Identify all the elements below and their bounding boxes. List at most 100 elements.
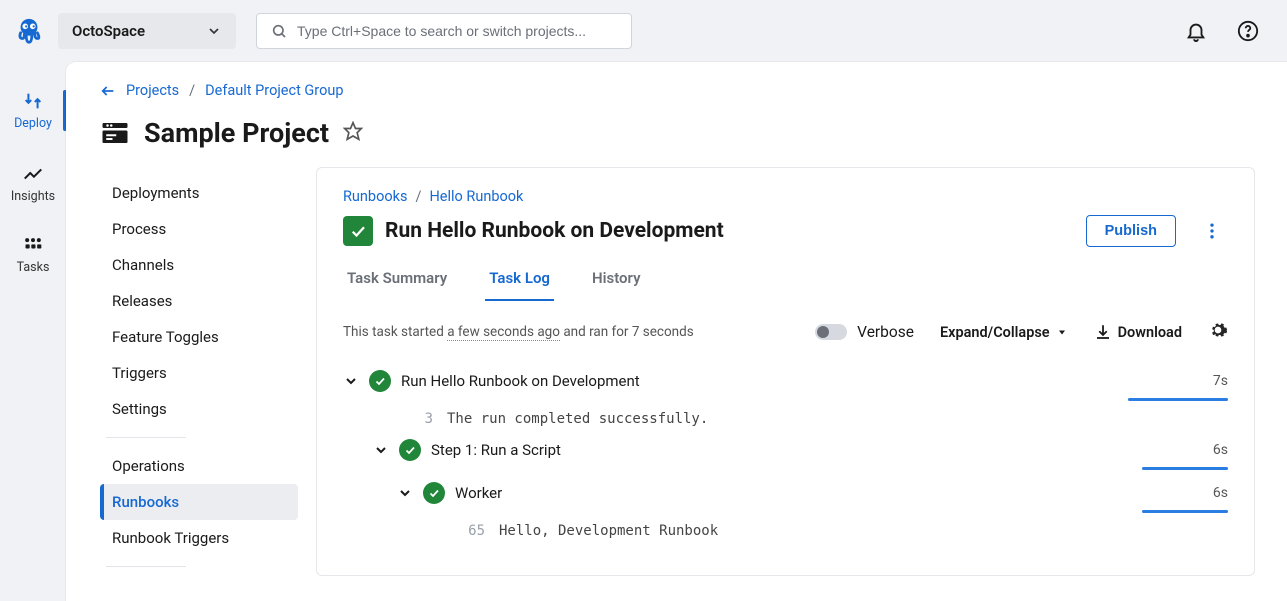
project-sidebar: Deployments Process Channels Releases Fe… bbox=[100, 167, 298, 576]
log-node-time: 6s bbox=[1148, 485, 1228, 501]
topbar: OctoSpace bbox=[0, 0, 1287, 62]
favorite-button[interactable] bbox=[343, 121, 363, 145]
space-name: OctoSpace bbox=[72, 22, 194, 40]
started-relative: a few seconds ago bbox=[447, 324, 560, 341]
sidebar-item-settings[interactable]: Settings bbox=[100, 391, 298, 427]
deploy-icon bbox=[22, 90, 44, 112]
check-icon bbox=[349, 222, 367, 240]
switch-icon bbox=[815, 324, 847, 340]
sidebar-item-process[interactable]: Process bbox=[100, 211, 298, 247]
breadcrumb: Projects / Default Project Group bbox=[100, 82, 1287, 99]
page-title: Sample Project bbox=[144, 117, 329, 149]
panel-title-row: Run Hello Runbook on Development Publish bbox=[343, 215, 1228, 247]
expand-label: Expand/Collapse bbox=[940, 324, 1050, 341]
log-line-text: Hello, Development Runbook bbox=[499, 523, 718, 539]
chevron-down-icon[interactable] bbox=[373, 442, 389, 458]
nav-rail-deploy[interactable]: Deploy bbox=[5, 84, 61, 137]
logo-icon bbox=[14, 16, 44, 46]
log-line-text: The run completed successfully. bbox=[447, 411, 708, 427]
check-circle-icon bbox=[369, 370, 391, 392]
nav-rail-label: Tasks bbox=[17, 260, 50, 275]
search-icon bbox=[271, 23, 287, 39]
progress-bar bbox=[1142, 467, 1228, 470]
chevron-down-icon[interactable] bbox=[397, 485, 413, 501]
search-input[interactable] bbox=[297, 23, 617, 39]
insights-icon bbox=[22, 163, 44, 185]
log-line: 65 Hello, Development Runbook bbox=[343, 521, 1228, 547]
sidebar-divider bbox=[106, 566, 186, 567]
log-node-worker[interactable]: Worker 6s bbox=[343, 478, 1228, 508]
panel-breadcrumb: Runbooks / Hello Runbook bbox=[343, 188, 1228, 205]
tasks-icon bbox=[23, 236, 43, 256]
nav-rail-label: Deploy bbox=[14, 116, 52, 131]
progress-bar bbox=[1128, 398, 1228, 401]
nav-rail-insights[interactable]: Insights bbox=[5, 157, 61, 210]
publish-button[interactable]: Publish bbox=[1086, 215, 1176, 247]
task-start-text: This task started a few seconds ago and … bbox=[343, 324, 789, 340]
sidebar-item-operations[interactable]: Operations bbox=[100, 448, 298, 484]
log-tree: Run Hello Runbook on Development 7s 3 Th… bbox=[343, 366, 1228, 547]
overflow-menu-button[interactable] bbox=[1196, 215, 1228, 247]
panel-breadcrumb-root[interactable]: Runbooks bbox=[343, 188, 407, 205]
log-node-root[interactable]: Run Hello Runbook on Development 7s bbox=[343, 366, 1228, 396]
gear-icon bbox=[1208, 320, 1228, 340]
verbose-label: Verbose bbox=[857, 323, 914, 341]
sidebar-divider bbox=[106, 437, 186, 438]
log-node-time: 6s bbox=[1148, 442, 1228, 458]
nav-rail-tasks[interactable]: Tasks bbox=[5, 230, 61, 281]
log-node-title: Step 1: Run a Script bbox=[431, 441, 561, 459]
download-icon bbox=[1094, 323, 1112, 341]
project-icon bbox=[100, 118, 130, 148]
search-input-wrapper[interactable] bbox=[256, 13, 632, 49]
log-node-step[interactable]: Step 1: Run a Script 6s bbox=[343, 435, 1228, 465]
help-button[interactable] bbox=[1229, 12, 1267, 50]
sidebar-item-channels[interactable]: Channels bbox=[100, 247, 298, 283]
notifications-button[interactable] bbox=[1177, 12, 1215, 50]
nav-rail-label: Insights bbox=[11, 189, 55, 204]
started-prefix: This task started bbox=[343, 324, 447, 340]
tabs: Task Summary Task Log History bbox=[343, 269, 1228, 302]
back-arrow-icon[interactable] bbox=[100, 83, 116, 99]
help-icon bbox=[1237, 20, 1259, 42]
sidebar-item-releases[interactable]: Releases bbox=[100, 283, 298, 319]
breadcrumb-sep: / bbox=[189, 82, 195, 99]
expand-collapse-button[interactable]: Expand/Collapse bbox=[940, 324, 1068, 341]
log-settings-button[interactable] bbox=[1208, 320, 1228, 344]
sidebar-item-feature-toggles[interactable]: Feature Toggles bbox=[100, 319, 298, 355]
verbose-toggle[interactable]: Verbose bbox=[815, 323, 914, 341]
check-circle-icon bbox=[423, 482, 445, 504]
kebab-icon bbox=[1202, 221, 1222, 241]
content-panel: Runbooks / Hello Runbook Run Hello Runbo… bbox=[316, 167, 1255, 576]
breadcrumb-sep: / bbox=[415, 188, 421, 205]
caret-down-icon bbox=[1056, 326, 1068, 338]
progress-bar bbox=[1142, 510, 1228, 513]
download-button[interactable]: Download bbox=[1094, 323, 1182, 341]
tab-task-summary[interactable]: Task Summary bbox=[343, 269, 451, 301]
nav-rail: Deploy Insights Tasks bbox=[0, 62, 66, 601]
log-node-title: Run Hello Runbook on Development bbox=[401, 372, 640, 390]
sidebar-item-runbook-triggers[interactable]: Runbook Triggers bbox=[100, 520, 298, 556]
bell-icon bbox=[1185, 20, 1207, 42]
breadcrumb-group[interactable]: Default Project Group bbox=[205, 82, 343, 99]
log-line-number: 65 bbox=[455, 523, 485, 539]
main: Projects / Default Project Group Sample … bbox=[66, 62, 1287, 601]
tab-task-log[interactable]: Task Log bbox=[485, 269, 554, 301]
log-line-number: 3 bbox=[403, 411, 433, 427]
download-label: Download bbox=[1118, 324, 1182, 341]
sidebar-item-triggers[interactable]: Triggers bbox=[100, 355, 298, 391]
chevron-down-icon[interactable] bbox=[343, 373, 359, 389]
sidebar-item-runbooks[interactable]: Runbooks bbox=[100, 484, 298, 520]
log-toolbar: This task started a few seconds ago and … bbox=[343, 320, 1228, 344]
panel-breadcrumb-leaf[interactable]: Hello Runbook bbox=[429, 188, 523, 205]
star-icon bbox=[343, 121, 363, 141]
sidebar-item-deployments[interactable]: Deployments bbox=[100, 175, 298, 211]
project-title-row: Sample Project bbox=[100, 117, 1287, 149]
status-badge bbox=[343, 216, 373, 246]
space-switcher[interactable]: OctoSpace bbox=[58, 13, 236, 49]
started-suffix: and ran for 7 seconds bbox=[560, 324, 694, 340]
log-node-time: 7s bbox=[1148, 373, 1228, 389]
tab-history[interactable]: History bbox=[588, 269, 645, 301]
check-circle-icon bbox=[399, 439, 421, 461]
panel-title: Run Hello Runbook on Development bbox=[385, 219, 724, 243]
breadcrumb-root[interactable]: Projects bbox=[126, 82, 179, 99]
